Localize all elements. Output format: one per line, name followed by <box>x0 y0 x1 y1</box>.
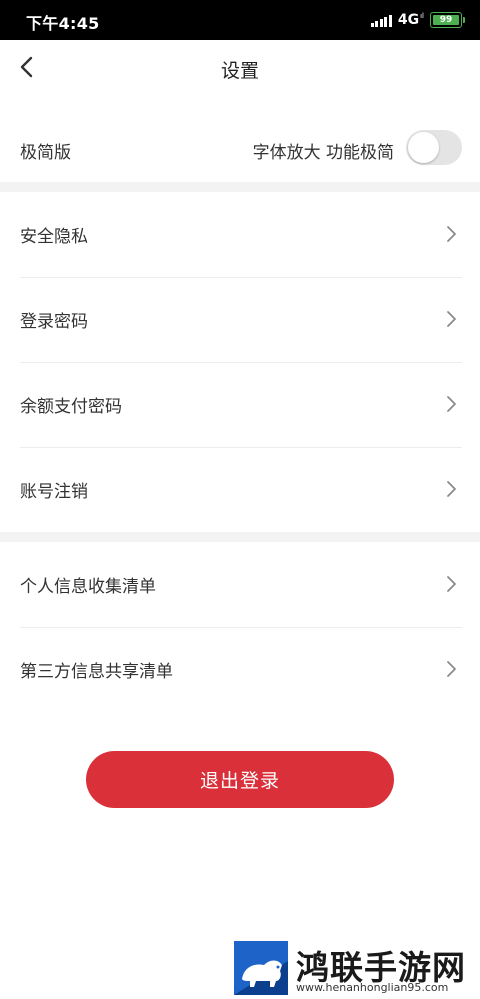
list-item-label: 安全隐私 <box>20 227 88 247</box>
watermark: 鸿联手游网 www.henanhonglian95.com <box>232 939 472 997</box>
minimal-mode-description: 字体放大 功能极简 <box>252 143 394 163</box>
chevron-right-icon <box>447 661 456 677</box>
list-item-label: 登录密码 <box>20 312 88 332</box>
list-item-label: 个人信息收集清单 <box>20 577 156 597</box>
privacy-lists-group: 个人信息收集清单 第三方信息共享清单 <box>0 542 480 712</box>
section-divider <box>0 182 480 192</box>
list-item-label: 账号注销 <box>20 482 88 502</box>
watermark-url: www.henanhonglian95.com <box>296 981 449 994</box>
list-item-account-deletion[interactable]: 账号注销 <box>0 447 480 532</box>
bison-logo-icon <box>234 941 288 995</box>
list-item-label: 第三方信息共享清单 <box>20 662 173 682</box>
battery-level: 99 <box>439 15 453 25</box>
list-item-payment-password[interactable]: 余额支付密码 <box>0 362 480 447</box>
list-item-login-password[interactable]: 登录密码 <box>0 277 480 362</box>
list-item-security-privacy[interactable]: 安全隐私 <box>0 192 480 277</box>
chevron-right-icon <box>447 311 456 327</box>
page-title: 设置 <box>220 60 259 82</box>
chevron-right-icon <box>447 396 456 412</box>
logout-label: 退出登录 <box>199 770 280 792</box>
network-type: 4Gıl <box>397 12 424 28</box>
status-bar: 下午4:45 4Gıl 99 <box>0 0 480 40</box>
account-security-group: 安全隐私 登录密码 余额支付密码 账号注销 <box>0 192 480 532</box>
list-item-label: 余额支付密码 <box>20 397 122 417</box>
status-time: 下午4:45 <box>26 14 100 33</box>
minimal-mode-toggle[interactable] <box>406 130 462 165</box>
list-item-third-party-sharing-list[interactable]: 第三方信息共享清单 <box>0 627 480 712</box>
battery-icon: 99 <box>430 12 465 28</box>
signal-icon <box>370 13 392 27</box>
chevron-right-icon <box>447 576 456 592</box>
logout-button[interactable]: 退出登录 <box>86 751 394 808</box>
header: 设置 <box>0 40 480 98</box>
section-divider <box>0 532 480 542</box>
list-item-personal-info-list[interactable]: 个人信息收集清单 <box>0 542 480 627</box>
minimal-mode-label: 极简版 <box>20 143 71 163</box>
toggle-knob <box>408 132 439 163</box>
chevron-right-icon <box>447 226 456 242</box>
chevron-right-icon <box>447 481 456 497</box>
minimal-mode-row: 极简版 字体放大 功能极简 <box>0 98 480 182</box>
status-indicators: 4Gıl 99 <box>370 11 465 29</box>
